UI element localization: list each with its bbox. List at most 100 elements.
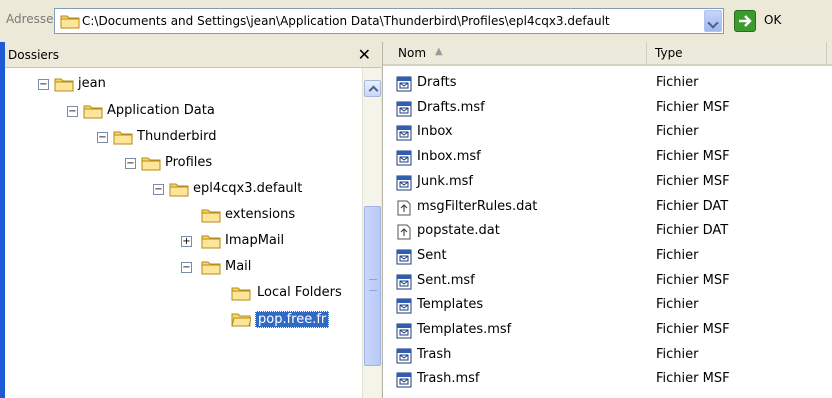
file-row[interactable]: Sent Fichier	[383, 245, 823, 269]
folder-icon	[83, 103, 103, 119]
address-bar: Adresse C:\Documents and Settings\jean\A…	[0, 0, 832, 42]
mail-file-icon	[396, 348, 412, 364]
tree-item-label: Mail	[225, 259, 252, 274]
folders-scrollbar[interactable]	[362, 68, 381, 398]
tree-item-label: Application Data	[107, 103, 215, 118]
file-type: Fichier MSF	[656, 149, 730, 165]
mail-file-icon	[396, 298, 412, 314]
file-row[interactable]: popstate.dat Fichier DAT	[383, 220, 823, 244]
folder-icon	[141, 155, 161, 171]
close-icon[interactable]: ✕	[358, 45, 371, 64]
folder-icon	[201, 259, 221, 275]
tree-item-label: epl4cqx3.default	[193, 181, 303, 196]
file-type: Fichier	[656, 346, 699, 362]
chevron-down-icon[interactable]	[704, 10, 722, 32]
folders-header: Dossiers ✕	[5, 42, 381, 68]
file-row[interactable]: Sent.msf Fichier MSF	[383, 270, 823, 294]
collapse-toggle-icon[interactable]: −	[153, 184, 164, 195]
file-row[interactable]: Templates.msf Fichier MSF	[383, 319, 823, 343]
column-name-label: Nom	[398, 46, 427, 60]
file-row[interactable]: Templates Fichier	[383, 294, 823, 318]
file-type: Fichier DAT	[656, 223, 729, 239]
folder-icon	[60, 13, 80, 32]
collapse-toggle-icon[interactable]: −	[38, 79, 49, 90]
file-name: msgFilterRules.dat	[417, 198, 538, 214]
mail-file-icon	[396, 323, 412, 339]
expand-toggle-icon[interactable]: +	[181, 236, 192, 247]
collapse-toggle-icon[interactable]: −	[67, 106, 78, 117]
file-type: Fichier MSF	[656, 272, 730, 288]
tree-item-label: jean	[78, 76, 106, 91]
folders-title: Dossiers	[8, 48, 59, 62]
address-path: C:\Documents and Settings\jean\Applicati…	[82, 14, 610, 28]
file-name: Templates.msf	[417, 322, 512, 337]
tree-item-label: Local Folders	[257, 285, 342, 300]
column-header-name[interactable]: Nom ▲	[383, 42, 647, 64]
file-row[interactable]: Drafts.msf Fichier MSF	[383, 97, 823, 121]
column-header-type[interactable]: Type	[647, 42, 827, 64]
file-type: Fichier	[656, 124, 699, 140]
file-type: Fichier MSF	[656, 322, 730, 337]
file-name: Templates	[417, 297, 484, 313]
file-name: Inbox.msf	[417, 149, 481, 165]
data-file-icon	[396, 200, 412, 216]
file-list-pane: Nom ▲ Type Drafts Fichier Drafts.msf Fichie…	[382, 42, 832, 398]
mail-file-icon	[396, 150, 412, 166]
file-name: Sent.msf	[417, 272, 475, 288]
file-list-header: Nom ▲ Type	[383, 42, 832, 66]
tree-item-label: Profiles	[165, 155, 213, 170]
tree-item-label: ImapMail	[225, 233, 285, 248]
file-row[interactable]: Junk.msf Fichier MSF	[383, 171, 823, 195]
file-name: Drafts.msf	[417, 99, 485, 115]
mail-file-icon	[396, 372, 412, 388]
folders-pane: Dossiers ✕ − jean − Application Data − T…	[0, 42, 381, 398]
folder-icon	[201, 233, 221, 249]
folder-icon	[231, 285, 251, 301]
mail-file-icon	[396, 101, 412, 117]
file-type: Fichier	[656, 75, 699, 90]
collapse-toggle-icon[interactable]: −	[181, 262, 192, 273]
file-row[interactable]: Inbox.msf Fichier MSF	[383, 146, 823, 170]
file-row[interactable]: Trash Fichier	[383, 344, 823, 368]
file-type: Fichier MSF	[656, 173, 730, 189]
folder-tree: − jean − Application Data − Thunderbird …	[5, 68, 357, 398]
file-name: Inbox	[417, 124, 453, 140]
go-button-label: OK	[764, 13, 782, 27]
file-name: popstate.dat	[417, 223, 500, 239]
go-button[interactable]: OK	[730, 8, 820, 34]
file-row[interactable]: msgFilterRules.dat Fichier DAT	[383, 196, 823, 220]
file-name: Junk.msf	[417, 173, 473, 189]
folder-icon	[201, 207, 221, 223]
file-row[interactable]: Trash.msf Fichier MSF	[383, 368, 823, 392]
address-label: Adresse	[6, 12, 54, 26]
file-type: Fichier MSF	[656, 99, 730, 115]
address-input[interactable]: C:\Documents and Settings\jean\Applicati…	[54, 8, 724, 34]
data-file-icon	[396, 224, 412, 240]
sort-ascending-icon: ▲	[435, 46, 443, 57]
file-type: Fichier MSF	[656, 371, 730, 387]
mail-file-icon	[396, 76, 412, 92]
collapse-toggle-icon[interactable]: −	[97, 132, 108, 143]
mail-file-icon	[396, 274, 412, 290]
folder-icon	[169, 181, 189, 197]
file-type: Fichier	[656, 247, 699, 263]
tree-item-label: Thunderbird	[137, 129, 217, 144]
file-type: Fichier	[656, 297, 699, 313]
scroll-thumb[interactable]	[364, 206, 381, 366]
folder-icon	[54, 76, 74, 92]
file-row[interactable]: Drafts Fichier	[383, 72, 823, 96]
file-name: Trash	[417, 346, 452, 362]
column-type-label: Type	[655, 46, 683, 60]
scroll-up-icon[interactable]	[364, 80, 381, 97]
file-name: Sent	[417, 247, 447, 263]
folder-icon	[113, 129, 133, 145]
mail-file-icon	[396, 249, 412, 265]
file-row[interactable]: Inbox Fichier	[383, 121, 823, 145]
file-name: Drafts	[417, 75, 457, 90]
file-type: Fichier DAT	[656, 198, 729, 214]
file-name: Trash.msf	[417, 371, 480, 387]
tree-item-label: extensions	[225, 207, 296, 222]
tree-item-label: pop.free.fr	[255, 311, 330, 328]
mail-file-icon	[396, 125, 412, 141]
collapse-toggle-icon[interactable]: −	[125, 158, 136, 169]
